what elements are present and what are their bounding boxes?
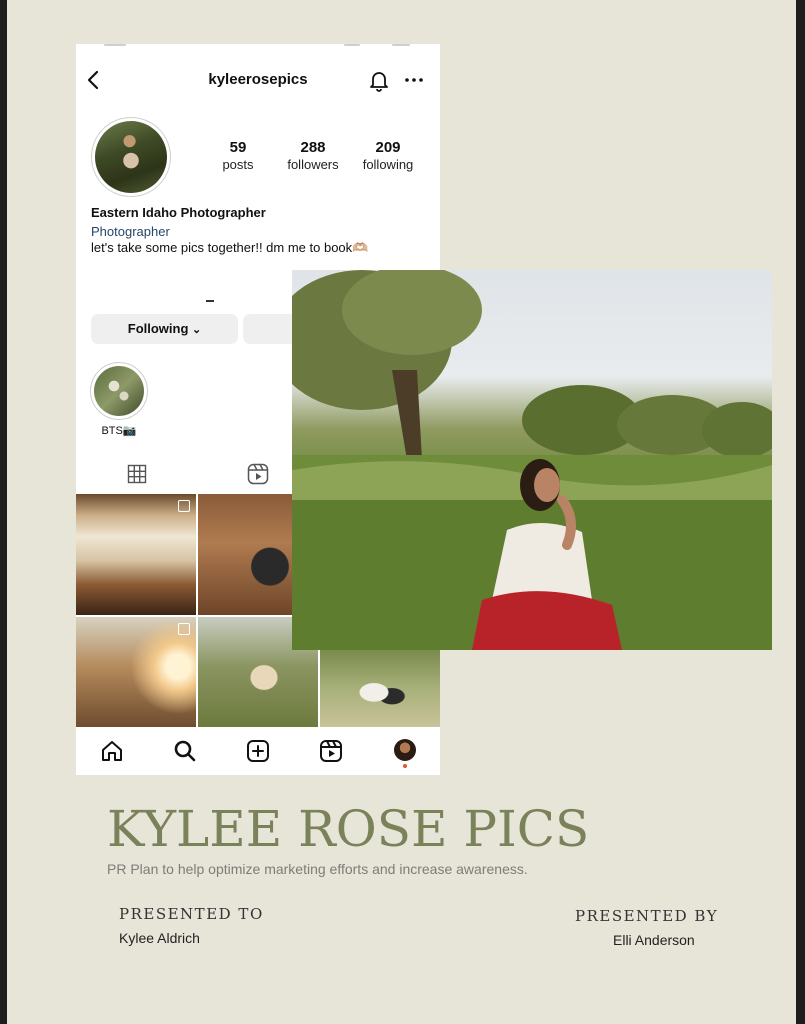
chevron-down-icon: ⌄	[192, 324, 202, 336]
presented-to-name: Kylee Aldrich	[119, 930, 200, 946]
profile-category: Photographer	[91, 224, 170, 239]
status-bar	[76, 44, 440, 50]
presented-by-heading: PRESENTED BY	[575, 907, 719, 925]
following-button-label: Following	[127, 321, 189, 336]
post-thumbnail-1[interactable]	[76, 494, 196, 615]
profile-display-name: Eastern Idaho Photographer	[91, 205, 266, 220]
profile-username: kyleerosepics	[208, 71, 308, 88]
stat-followers-value: 288	[300, 139, 326, 156]
profile-avatar[interactable]	[91, 117, 171, 197]
presented-to-heading: PRESENTED TO	[119, 905, 264, 923]
reels-nav-icon[interactable]	[319, 739, 343, 763]
document-subtitle: PR Plan to help optimize marketing effor…	[107, 861, 528, 877]
profile-header: kyleerosepics	[76, 62, 440, 98]
document-title: KYLEE ROSE PICS	[107, 800, 590, 858]
post-thumbnail-5[interactable]	[320, 650, 440, 727]
reels-icon[interactable]	[247, 463, 269, 485]
search-icon[interactable]	[173, 739, 197, 763]
multiple-photos-icon	[178, 623, 190, 635]
story-highlight[interactable]	[90, 362, 148, 420]
grid-icon[interactable]	[127, 464, 147, 484]
bottom-navigation	[76, 727, 440, 775]
stat-posts[interactable]: 59 posts	[203, 139, 273, 172]
following-button[interactable]: Following ⌄	[91, 314, 238, 344]
stat-posts-value: 59	[229, 139, 247, 156]
stat-following[interactable]: 209 following	[353, 139, 423, 172]
stat-followers-label: followers	[287, 157, 339, 172]
profile-bio: let's take some pics together!! dm me to…	[91, 240, 369, 255]
active-indicator-dot	[403, 764, 407, 768]
back-arrow-icon[interactable]	[84, 68, 104, 92]
presented-by-name: Elli Anderson	[613, 932, 695, 948]
stat-following-label: following	[362, 157, 414, 172]
create-icon[interactable]	[246, 739, 270, 763]
more-icon[interactable]	[402, 70, 426, 90]
profile-tab-avatar[interactable]	[394, 739, 416, 761]
hero-photo-woman-in-field	[292, 270, 772, 650]
stat-followers[interactable]: 288 followers	[278, 139, 348, 172]
multiple-photos-icon	[178, 500, 190, 512]
home-icon[interactable]	[100, 739, 124, 763]
divider-dash	[206, 300, 214, 302]
bell-icon[interactable]	[368, 68, 390, 92]
stat-following-value: 209	[375, 139, 401, 156]
post-thumbnail-3[interactable]	[76, 617, 196, 727]
story-highlight-label: BTS📷	[101, 425, 137, 437]
stat-posts-label: posts	[222, 157, 254, 172]
presentation-cover: kyleerosepics 59 posts 288 followers 209…	[7, 0, 796, 1024]
